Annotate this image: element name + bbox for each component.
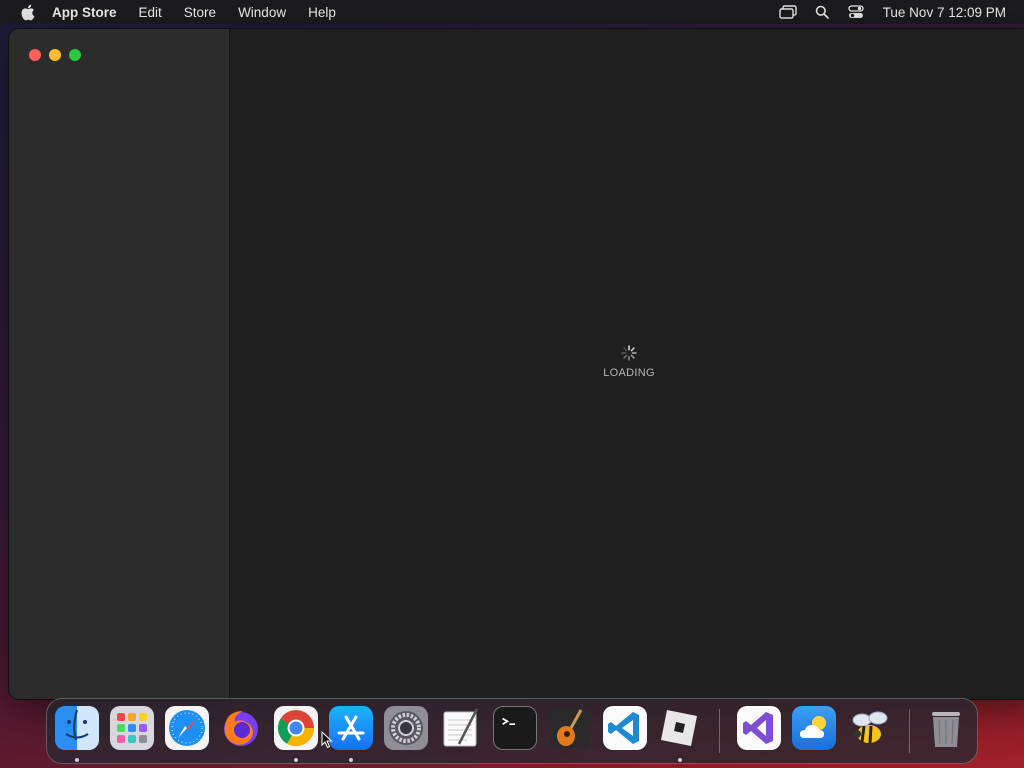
system-settings-icon[interactable] [384, 706, 428, 750]
app-store-icon[interactable] [329, 706, 373, 750]
dock-separator [909, 709, 910, 753]
control-center-icon[interactable] [845, 2, 867, 22]
loading-label: LOADING [603, 367, 655, 379]
safari-icon[interactable] [165, 706, 209, 750]
menu-edit[interactable]: Edit [139, 5, 162, 20]
spinner-icon [621, 345, 637, 361]
launchpad-icon[interactable] [110, 706, 154, 750]
menu-help[interactable]: Help [308, 5, 336, 20]
app-store-window: LOADING [9, 29, 1024, 699]
minimize-window-button[interactable] [49, 49, 61, 61]
loading-indicator: LOADING [569, 345, 689, 379]
terminal-icon[interactable] [493, 706, 537, 750]
running-indicator [294, 758, 298, 762]
apple-menu-icon[interactable] [18, 3, 36, 21]
visual-studio-icon[interactable] [737, 706, 781, 750]
dock [46, 698, 978, 764]
screen-mirroring-icon[interactable] [777, 2, 799, 22]
mouse-cursor-icon [321, 731, 333, 749]
roblox-icon[interactable] [657, 706, 701, 750]
firefox-icon[interactable] [219, 706, 263, 750]
finder-icon[interactable] [55, 706, 99, 750]
weather-icon[interactable] [792, 706, 836, 750]
menu-clock[interactable]: Tue Nov 7 12:09 PM [883, 5, 1006, 20]
menu-app-name[interactable]: App Store [52, 5, 117, 20]
menu-bar: App Store Edit Store Window Help Tue Nov… [0, 0, 1024, 24]
running-indicator [678, 758, 682, 762]
trash-icon[interactable] [924, 706, 968, 750]
search-icon[interactable] [811, 2, 833, 22]
chrome-icon[interactable] [274, 706, 318, 750]
zoom-window-button[interactable] [69, 49, 81, 61]
garageband-icon[interactable] [548, 706, 592, 750]
textedit-icon[interactable] [439, 706, 483, 750]
menu-window[interactable]: Window [238, 5, 286, 20]
vscode-icon[interactable] [603, 706, 647, 750]
running-indicator [349, 758, 353, 762]
bee-app-icon[interactable] [847, 706, 891, 750]
dock-separator [719, 709, 720, 753]
running-indicator [75, 758, 79, 762]
sidebar [9, 29, 230, 699]
menu-store[interactable]: Store [184, 5, 216, 20]
close-window-button[interactable] [29, 49, 41, 61]
